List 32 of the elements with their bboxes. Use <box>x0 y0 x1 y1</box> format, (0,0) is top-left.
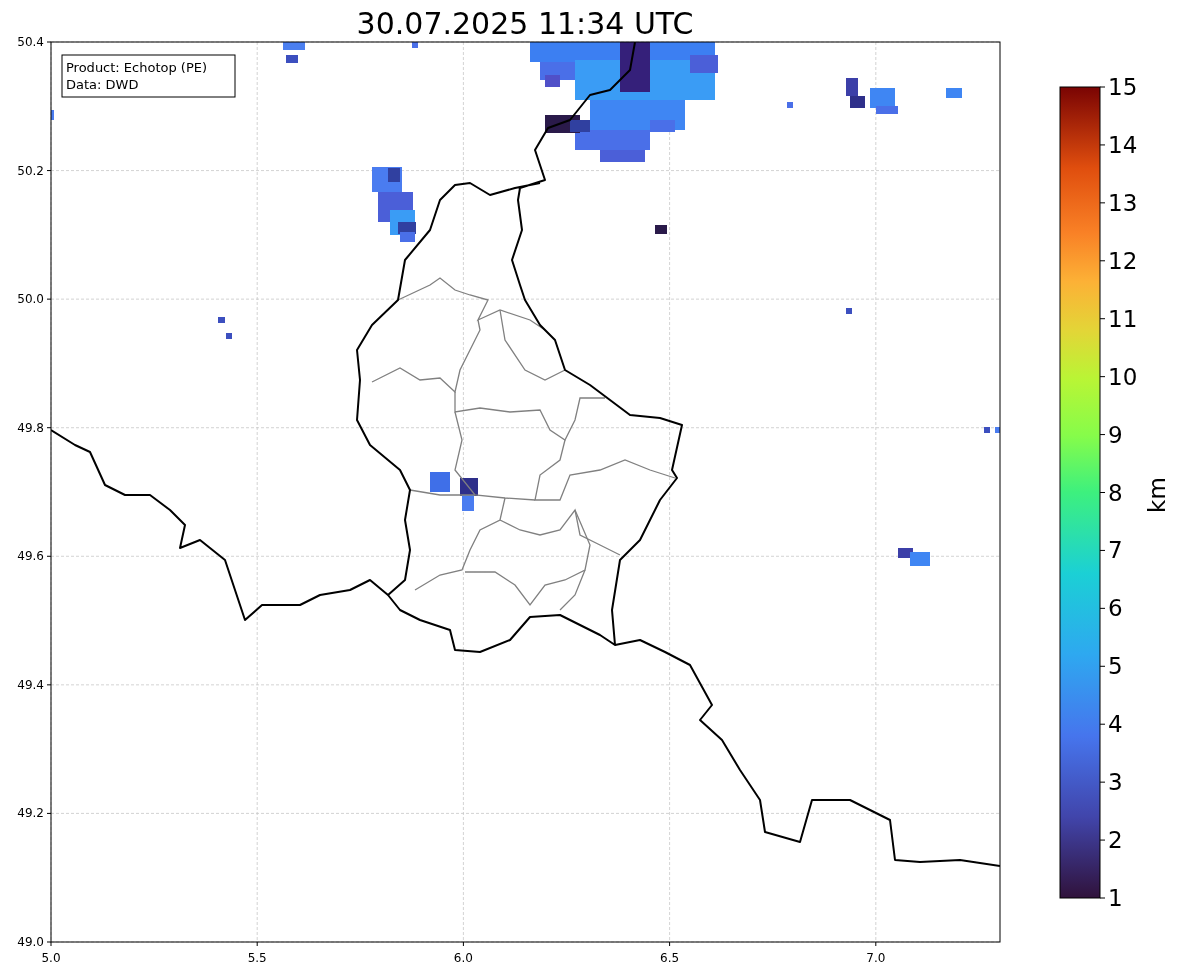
colorbar-tick-label: 6 <box>1108 595 1123 622</box>
colorbar-tick-label: 3 <box>1108 769 1123 796</box>
axis-tick-label: 50.2 <box>17 163 44 178</box>
axis-tick-label: 49.0 <box>17 935 44 949</box>
legend-text: Product: Echotop (PE) <box>66 60 208 75</box>
colorbar-label: km <box>1144 477 1170 513</box>
colorbar-tick-label: 4 <box>1108 711 1123 738</box>
chart-title: 30.07.2025 11:34 UTC <box>356 6 694 41</box>
axis-tick-label: 49.4 <box>17 677 44 692</box>
colorbar-tick-label: 1 <box>1108 885 1123 911</box>
axis-tick-label: 50.0 <box>17 292 44 307</box>
colorbar-tick-label: 15 <box>1108 74 1138 100</box>
axis-tick-label: 49.8 <box>17 420 44 435</box>
axis-tick-label: 6.0 <box>453 951 473 965</box>
colorbar-tick-label: 11 <box>1108 305 1138 332</box>
colorbar-tick-label: 9 <box>1108 421 1123 448</box>
colorbar-tick-label: 5 <box>1108 653 1123 680</box>
axis-tick-label: 6.5 <box>660 951 680 965</box>
axis-tick-label: 5.5 <box>247 951 267 965</box>
axis-tick-label: 5.0 <box>41 951 61 965</box>
axis-tick-label: 49.6 <box>17 549 44 564</box>
colorbar-tick-label: 2 <box>1108 827 1123 854</box>
colorbar-tick-label: 10 <box>1108 363 1138 390</box>
colorbar-tick-label: 13 <box>1108 189 1138 216</box>
axis-tick-label: 7.0 <box>866 951 886 965</box>
colorbar-tick-label: 8 <box>1108 479 1123 506</box>
axis-tick-label: 49.2 <box>17 806 44 821</box>
axis-tick-label: 50.4 <box>17 35 44 49</box>
legend-text: Data: DWD <box>66 77 139 92</box>
colorbar-tick-label: 14 <box>1108 131 1138 158</box>
colorbar-tick-label: 7 <box>1108 537 1123 564</box>
colorbar-tick-label: 12 <box>1108 247 1138 274</box>
